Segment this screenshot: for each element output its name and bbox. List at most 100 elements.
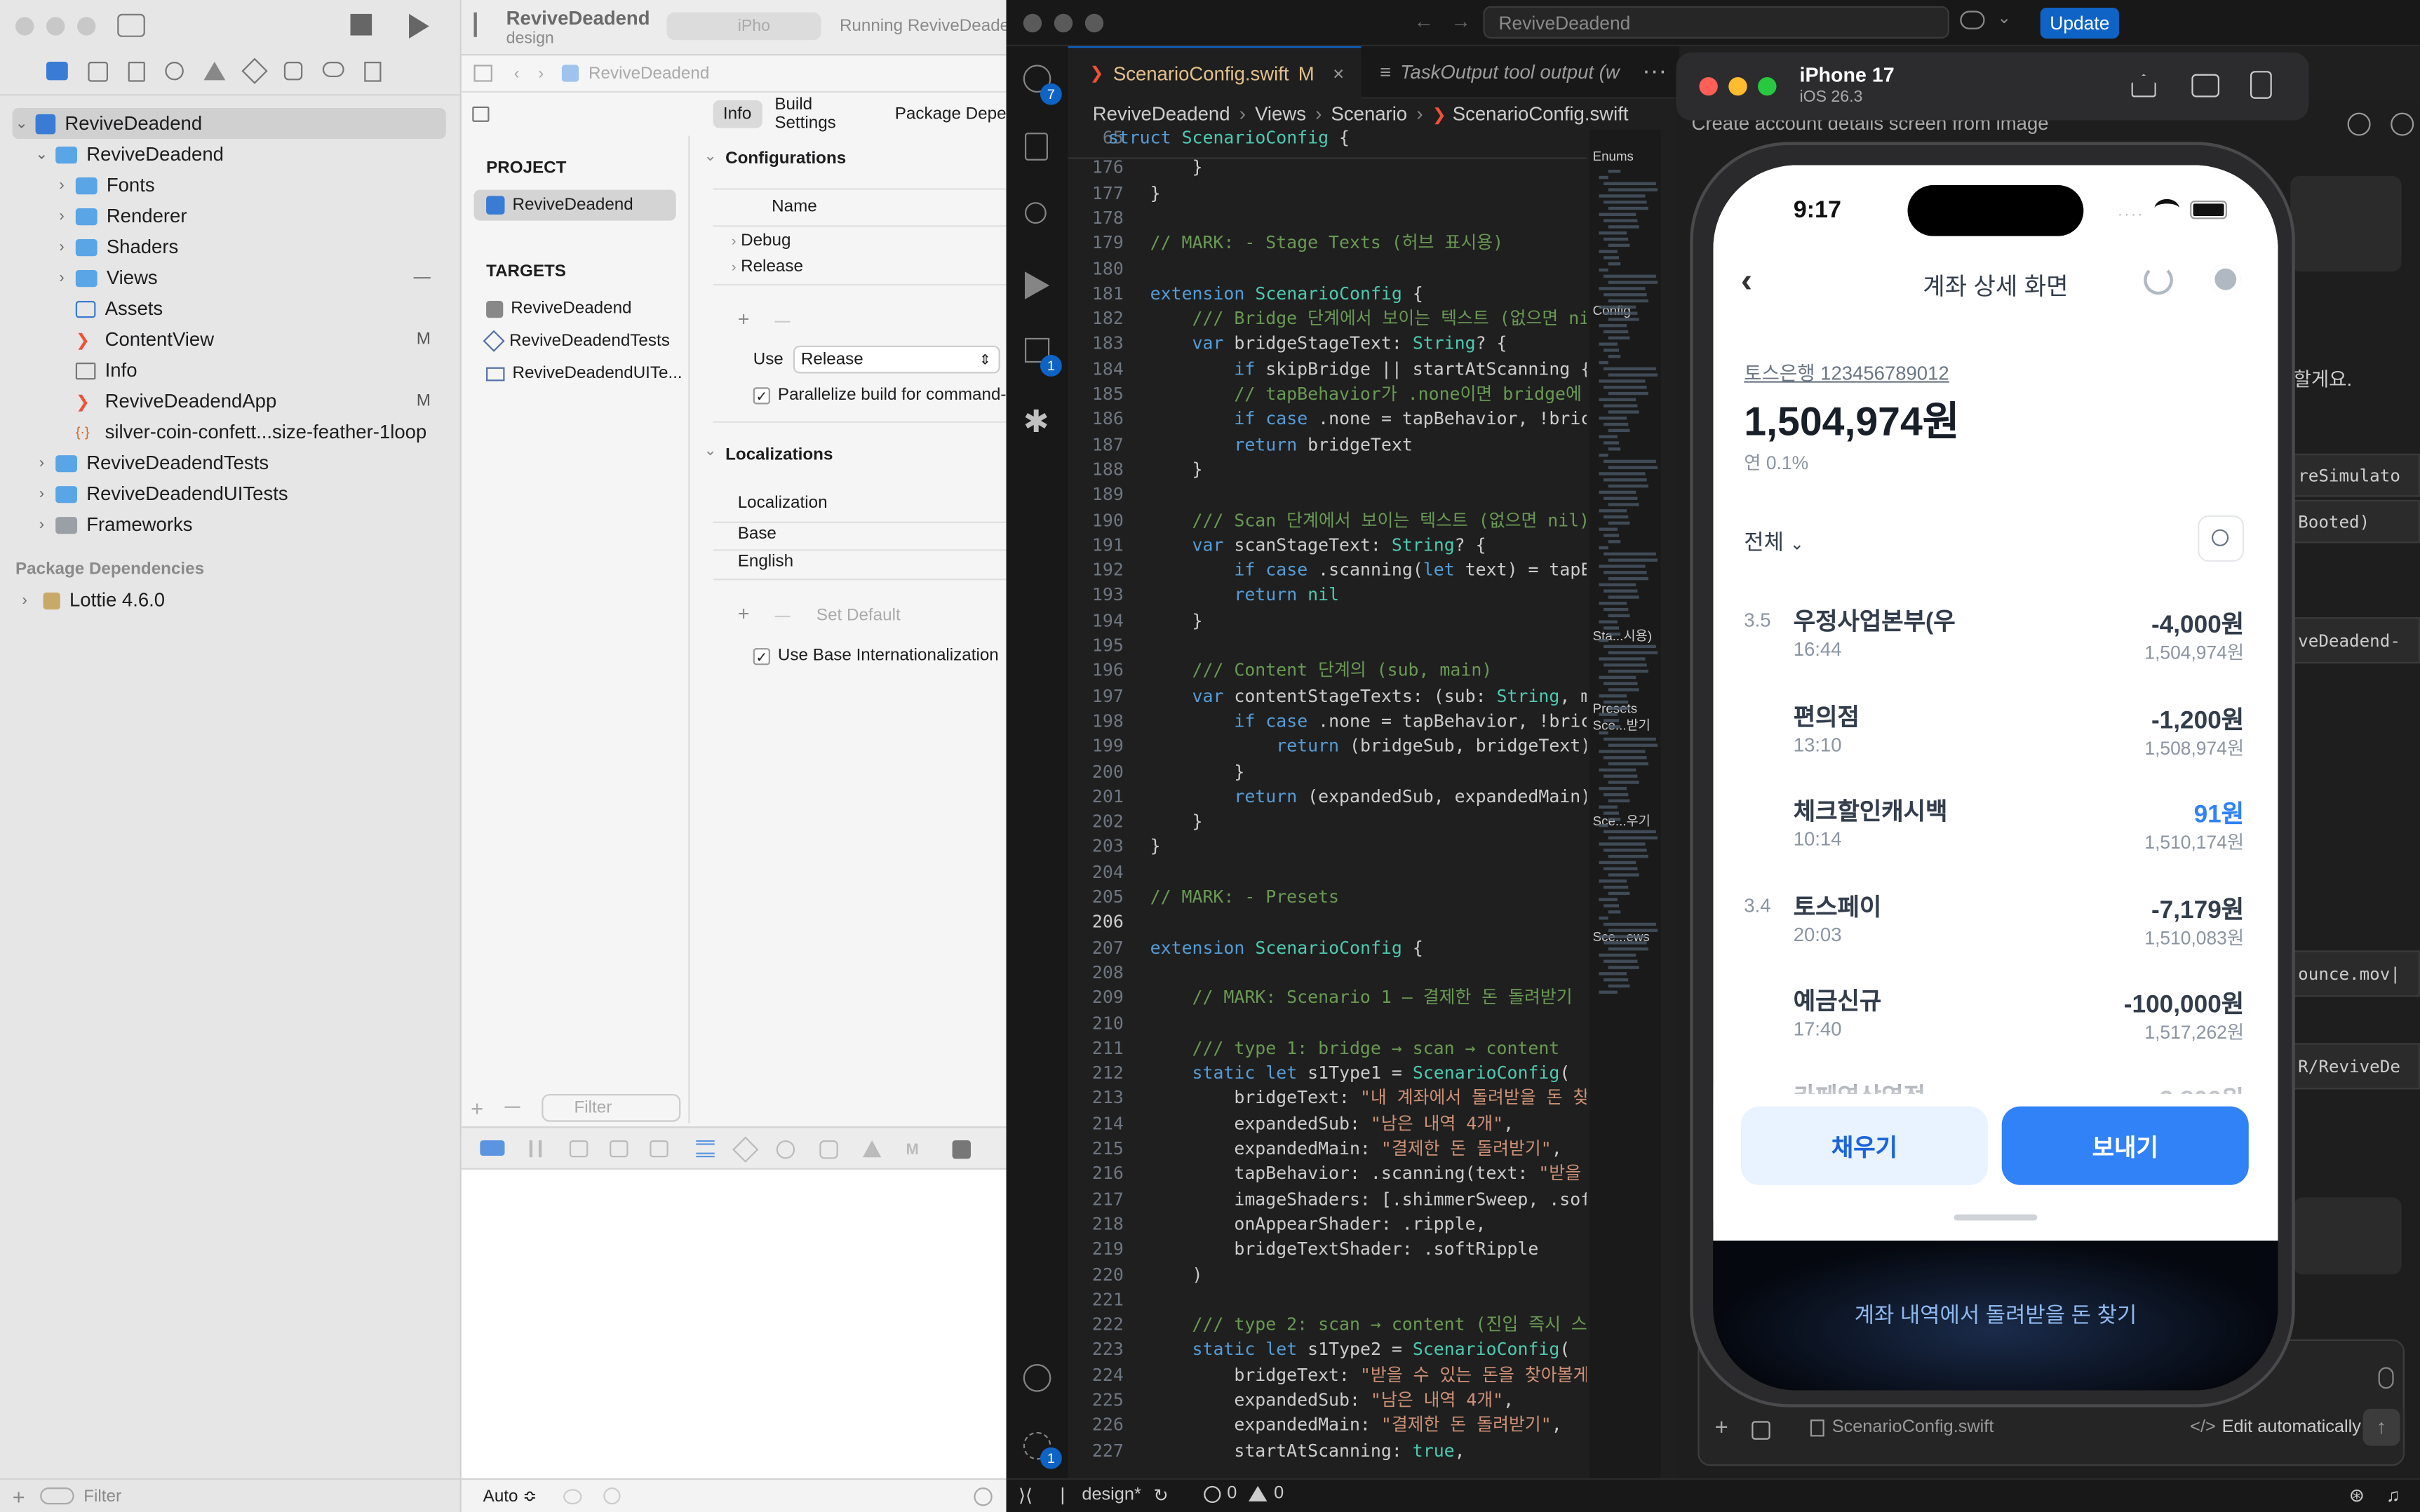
warning-icon[interactable] <box>203 62 226 81</box>
breadcrumb-scenario[interactable]: Scenario <box>1331 103 1408 125</box>
auto-selector[interactable]: Auto ≎ <box>483 1486 537 1506</box>
tree-item[interactable]: ⌄ ReviveDeadend <box>0 139 462 170</box>
add-context-icon[interactable]: + <box>1714 1415 1728 1441</box>
nav-back-icon[interactable]: ← <box>1413 9 1434 32</box>
target-uitests[interactable]: ReviveDeadendUITe... <box>486 364 683 383</box>
close-dot[interactable] <box>1699 77 1718 96</box>
jump-bar-file[interactable]: ReviveDeadend <box>589 64 709 82</box>
add-config-icon[interactable]: + <box>738 307 750 330</box>
share-icon[interactable] <box>776 1140 795 1159</box>
send-button[interactable]: 보내기 <box>2001 1106 2249 1185</box>
base-internationalization-checkbox[interactable]: ✓ Use Base Internationalization <box>753 647 999 665</box>
copilot-icon[interactable] <box>1960 11 1985 29</box>
run-icon[interactable] <box>409 13 429 39</box>
breadcrumb-file[interactable]: ScenarioConfig.swift <box>1453 103 1629 125</box>
add-icon[interactable]: + <box>13 1484 25 1508</box>
use-config-select[interactable]: Release ⇕ <box>793 345 1000 374</box>
copilot-status-icon[interactable]: ⊛ <box>2349 1485 2365 1506</box>
chevron-down-icon[interactable]: ⌄ <box>32 146 51 163</box>
set-default-button[interactable]: Set Default <box>816 607 901 625</box>
remove-config-icon[interactable] <box>774 320 791 323</box>
tree-item[interactable]: › Renderer <box>0 201 462 231</box>
chevron-right-icon[interactable]: › <box>53 269 71 286</box>
filter-dropdown[interactable]: 전체 ⌄ <box>1744 526 1804 557</box>
minimize-dot[interactable] <box>46 17 65 36</box>
zoom-dot[interactable] <box>77 17 96 36</box>
test-icon[interactable] <box>241 58 268 84</box>
tree-item[interactable]: › Frameworks <box>0 509 462 540</box>
refresh-icon[interactable] <box>2144 265 2173 295</box>
close-dot[interactable] <box>15 17 34 36</box>
step-over-icon[interactable] <box>569 1140 589 1158</box>
tab-taskoutput[interactable]: ≡ TaskOutput tool output (w <box>1362 46 1639 99</box>
update-button[interactable]: Update <box>2040 8 2119 39</box>
context-file-chip[interactable]: ScenarioConfig.swift <box>1810 1418 1994 1436</box>
tree-item[interactable]: Assets <box>0 293 462 324</box>
new-chat-icon[interactable] <box>2391 112 2414 136</box>
transaction-row[interactable]: 3.5 우정사업본부(우 16:44 -4,000원 1,504,974원 <box>1713 597 2278 692</box>
rotate-icon[interactable] <box>2250 71 2272 99</box>
filter-input[interactable]: Filter <box>83 1487 121 1505</box>
copilot-menu-icon[interactable]: ⌄ <box>1997 8 2011 27</box>
screenshot-icon[interactable] <box>2191 74 2219 97</box>
breadcrumb-views[interactable]: Views <box>1255 103 1306 125</box>
debug-area-toggle-icon[interactable] <box>480 1140 505 1156</box>
bookmark-icon[interactable] <box>128 62 145 82</box>
sidebar-toggle-icon[interactable] <box>117 13 145 37</box>
stop-icon[interactable] <box>350 13 372 36</box>
minimap[interactable]: EnumsConfigSta...시용)PresetsSce...받기Sce..… <box>1589 129 1661 1478</box>
metal-icon[interactable]: M <box>906 1142 919 1159</box>
transaction-row[interactable]: 예금신규 17:40 -100,000원 1,517,262원 <box>1713 978 2278 1073</box>
tree-item[interactable]: Info <box>0 355 462 386</box>
config-release[interactable]: › Release <box>732 257 803 276</box>
minimize-dot[interactable] <box>1728 77 1747 96</box>
console-filter-icon[interactable] <box>974 1487 993 1506</box>
chevron-right-icon[interactable]: › <box>32 485 51 502</box>
tab-package-dependencies[interactable]: Package Depe <box>895 105 1007 123</box>
tab-scenarioconfig[interactable]: ❯ ScenarioConfig.swift M × <box>1068 46 1362 99</box>
step-in-icon[interactable] <box>610 1140 628 1158</box>
package-lottie[interactable]: › Lottie 4.6.0 <box>15 589 166 611</box>
nav-forward-icon[interactable]: → <box>1451 9 1471 32</box>
zoom-dot[interactable] <box>1758 77 1777 96</box>
target-filter-input[interactable]: Filter <box>542 1093 681 1122</box>
back-icon[interactable]: ‹ <box>514 64 520 82</box>
chevron-down-icon[interactable]: ⌄ <box>13 115 31 132</box>
remove-localization-icon[interactable] <box>774 615 791 618</box>
chevron-right-icon[interactable]: › <box>53 208 71 224</box>
edit-mode-selector[interactable]: </> Edit automatically <box>2190 1418 2361 1436</box>
chevron-right-icon[interactable]: › <box>53 238 71 255</box>
process-icon[interactable] <box>952 1140 971 1159</box>
tree-item[interactable]: ❯ ContentView M <box>0 324 462 355</box>
command-center-search[interactable]: ReviveDeadend <box>1483 6 1949 39</box>
sync-icon[interactable]: ↻ <box>1153 1485 1168 1506</box>
tree-item[interactable]: › ReviveDeadendUITests <box>0 478 462 509</box>
collapse-localizations-icon[interactable]: ⌄ <box>704 443 716 459</box>
target-tests[interactable]: ReviveDeadendTests <box>483 330 670 352</box>
target-app[interactable]: ReviveDeadend <box>486 299 632 318</box>
forward-icon[interactable]: › <box>538 64 544 82</box>
transaction-row[interactable]: 체크할인캐시백 10:14 91원 1,510,174원 <box>1713 788 2278 883</box>
breakpoint-icon[interactable] <box>322 62 344 78</box>
transaction-row[interactable]: 3.4 토스페이 20:03 -7,179원 1,510,083원 <box>1713 882 2278 978</box>
pause-icon[interactable] <box>529 1140 542 1158</box>
transaction-row[interactable]: 편의점 13:10 -1,200원 1,508,974원 <box>1713 692 2278 788</box>
filter-options-icon[interactable] <box>40 1487 75 1505</box>
notifications-icon[interactable]: ♫ <box>2386 1485 2400 1506</box>
tree-item[interactable]: ❯ ReviveDeadendApp M <box>0 386 462 417</box>
debug-console[interactable] <box>461 1169 1007 1478</box>
collapse-icon[interactable]: ⌄ <box>704 148 716 165</box>
location-icon[interactable] <box>862 1140 882 1158</box>
tab-info[interactable]: Info <box>712 100 762 128</box>
debug-icon[interactable] <box>283 62 303 81</box>
branch-status[interactable]: design* ↻ <box>1061 1485 1169 1506</box>
mic-icon[interactable] <box>2378 1367 2394 1389</box>
tab-build-settings[interactable]: Build Settings <box>774 95 873 133</box>
remote-icon[interactable]: ⟩⟨ <box>1019 1485 1033 1506</box>
minimize-dot[interactable] <box>1054 13 1073 33</box>
project-item[interactable]: ReviveDeadend <box>473 189 676 221</box>
account-number-link[interactable]: 토스은행 123456789012 <box>1744 356 1949 386</box>
eye-icon[interactable] <box>563 1489 582 1505</box>
send-icon[interactable]: ↑ <box>2362 1408 2400 1446</box>
attach-icon[interactable] <box>1752 1421 1770 1440</box>
